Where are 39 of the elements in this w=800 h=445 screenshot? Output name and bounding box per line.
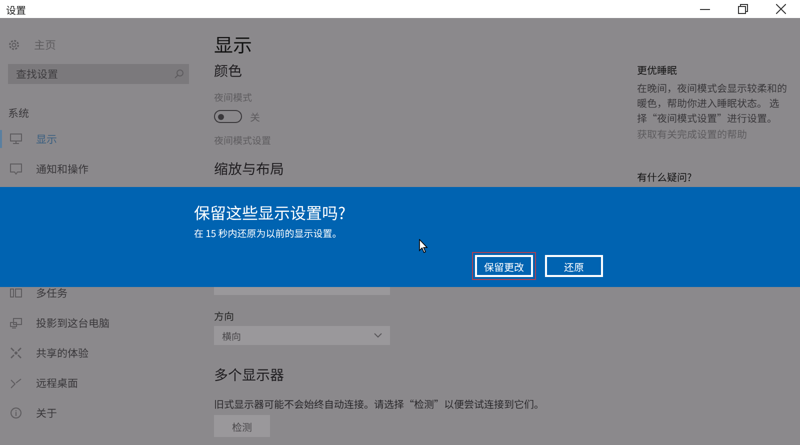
description-text: 旧式显示器可能不会始终自动连接。请选择“检测”以便尝试连接到它们。: [214, 396, 545, 411]
dialog-button[interactable]: 还原: [542, 252, 606, 280]
cross-arrows-icon: [10, 347, 22, 359]
field-label: 方向: [214, 308, 235, 323]
dialog-button[interactable]: 保留更改: [472, 252, 536, 280]
monitor-icon: [10, 133, 22, 145]
sidebar-item[interactable]: 共享的体验: [0, 344, 88, 362]
dropdown[interactable]: 横向: [214, 326, 390, 345]
dialog-title: 保留这些显示设置吗?: [194, 201, 347, 223]
search-icon: [174, 69, 184, 79]
columns-icon: [10, 287, 22, 299]
chevron-down-icon: [374, 333, 382, 338]
section-heading: 多个显示器: [214, 365, 285, 385]
aside-heading: 有什么疑问?: [637, 169, 693, 184]
search-field[interactable]: 查找设置: [8, 64, 189, 84]
aside-heading: 更优睡眠: [637, 62, 678, 77]
window-title: 设置: [6, 2, 26, 16]
sidebar-item[interactable]: 通知和操作: [0, 160, 88, 178]
close-icon[interactable]: [776, 4, 786, 14]
mouse-pointer-icon: [419, 239, 428, 253]
sidebar-item[interactable]: 多任务: [0, 284, 68, 302]
restore-icon[interactable]: [738, 4, 748, 14]
section-heading: 系统: [8, 106, 30, 120]
aside-text: 在晚间，夜间模式会显示较柔和的暖色，帮助你进入睡眠状态。 选择“夜间模式设置”进行设置。: [637, 80, 788, 125]
dialog-message: 在 15 秒内还原为以前的显示设置。: [194, 226, 343, 240]
section-heading: 缩放与布局: [214, 159, 285, 179]
info-icon: [10, 407, 22, 419]
section-heading: 颜色: [214, 61, 243, 81]
sidebar-item[interactable]: 远程桌面: [0, 374, 78, 392]
sidebar-item[interactable]: 投影到这台电脑: [0, 314, 110, 332]
page-title: 显示: [214, 32, 254, 58]
detect-button[interactable]: 检测: [214, 415, 270, 437]
screens-icon: [10, 317, 22, 329]
sidebar-item[interactable]: 显示: [0, 130, 57, 148]
toggle-switch[interactable]: [214, 110, 242, 123]
chevron-icon: [10, 377, 22, 389]
gear-icon: [8, 39, 20, 51]
sidebar-item[interactable]: 关于: [0, 404, 57, 422]
message-icon: [10, 163, 22, 175]
